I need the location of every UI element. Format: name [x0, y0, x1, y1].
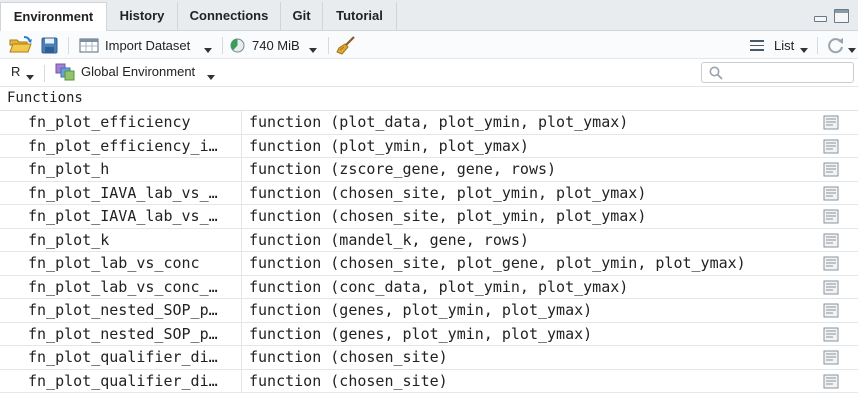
object-value: function (chosen_site, plot_gene, plot_y…	[249, 254, 746, 272]
functions-section-header: Functions	[0, 87, 858, 111]
object-name: fn_plot_nested_SOP_p…	[28, 301, 218, 319]
language-select[interactable]: R	[11, 64, 20, 80]
object-name: fn_plot_qualifier_di…	[28, 371, 218, 390]
list-view-icon[interactable]	[750, 40, 764, 51]
view-function-icon[interactable]	[823, 139, 839, 154]
view-function-icon[interactable]	[823, 303, 839, 318]
object-name: fn_plot_lab_vs_conc_…	[28, 277, 218, 296]
view-function-icon[interactable]	[823, 327, 839, 342]
table-row[interactable]: fn_plot_h function (zscore_gene, gene, ro…	[0, 158, 858, 182]
view-function-icon[interactable]	[823, 350, 839, 365]
view-mode-select[interactable]: List	[774, 38, 794, 54]
view-function-icon[interactable]	[823, 186, 839, 201]
memory-usage-icon[interactable]	[230, 38, 245, 53]
object-name: fn_plot_efficiency_i…	[28, 136, 218, 155]
column-divider	[241, 228, 242, 251]
table-row[interactable]: fn_plot_nested_SOP_p… function (genes, pl…	[0, 299, 858, 323]
column-divider	[241, 134, 242, 157]
table-row[interactable]: fn_plot_efficiency_i… function (plot_ymin…	[0, 134, 858, 158]
column-divider	[241, 181, 242, 204]
view-mode-dropdown-icon[interactable]	[800, 42, 808, 57]
object-value: function (chosen_site, plot_ymin, plot_y…	[249, 207, 647, 225]
table-row[interactable]: fn_plot_efficiency function (plot_data, p…	[0, 111, 858, 135]
environment-toolbar: Import Dataset 740 MiB List	[0, 31, 858, 59]
import-dataset-icon[interactable]	[79, 38, 99, 53]
toolbar-separator	[68, 37, 69, 54]
object-name: fn_plot_IAVA_lab_vs_…	[28, 183, 218, 202]
memory-usage-label[interactable]: 740 MiB	[252, 38, 300, 54]
pane-tab-bar: Environment History Connections Git Tuto…	[0, 0, 858, 32]
view-function-icon[interactable]	[823, 233, 839, 248]
table-row[interactable]: fn_plot_qualifier_di… function (chosen_si…	[0, 346, 858, 370]
load-workspace-icon[interactable]	[9, 36, 33, 54]
environment-dropdown-icon[interactable]	[207, 69, 215, 84]
language-dropdown-icon[interactable]	[26, 69, 34, 84]
tab-connections[interactable]: Connections	[178, 2, 281, 31]
object-name: fn_plot_k	[28, 230, 110, 249]
object-value: function (chosen_site, plot_ymin, plot_y…	[249, 183, 647, 202]
functions-list: fn_plot_efficiency function (plot_data, p…	[0, 111, 858, 393]
object-value: function (mandel_k, gene, rows)	[249, 230, 529, 249]
column-divider	[241, 322, 242, 345]
table-row[interactable]: fn_plot_lab_vs_conc_… function (conc_data…	[0, 275, 858, 299]
search-icon	[709, 66, 723, 80]
object-value: function (chosen_site)	[249, 371, 448, 390]
table-row[interactable]: fn_plot_nested_SOP_p… function (genes, pl…	[0, 322, 858, 346]
tab-git[interactable]: Git	[281, 2, 323, 31]
import-dataset-button[interactable]: Import Dataset	[105, 38, 190, 54]
object-value: function (genes, plot_ymin, plot_ymax)	[249, 324, 593, 343]
object-value: function (genes, plot_ymin, plot_ymax)	[249, 301, 593, 319]
view-function-icon[interactable]	[823, 209, 839, 224]
toolbar-separator	[44, 65, 45, 82]
view-function-icon[interactable]	[823, 115, 839, 130]
column-divider	[241, 299, 242, 322]
object-name: fn_plot_h	[28, 160, 110, 178]
table-row[interactable]: fn_plot_lab_vs_conc function (chosen_site…	[0, 252, 858, 276]
object-value: function (plot_data, plot_ymin, plot_yma…	[249, 113, 629, 131]
toolbar-separator	[328, 37, 329, 54]
object-name: fn_plot_efficiency	[28, 113, 191, 131]
environment-select[interactable]: Global Environment	[81, 64, 195, 80]
column-divider	[241, 158, 242, 181]
column-divider	[241, 205, 242, 228]
refresh-dropdown-icon[interactable]	[848, 42, 856, 57]
table-row[interactable]: fn_plot_k function (mandel_k, gene, rows)	[0, 228, 858, 252]
clear-workspace-broom-icon[interactable]	[336, 35, 356, 56]
object-name: fn_plot_qualifier_di…	[28, 348, 218, 366]
object-value: function (plot_ymin, plot_ymax)	[249, 136, 529, 155]
column-divider	[241, 252, 242, 275]
save-workspace-icon[interactable]	[41, 37, 58, 54]
object-name: fn_plot_IAVA_lab_vs_…	[28, 207, 218, 225]
table-row[interactable]: fn_plot_qualifier_di… function (chosen_si…	[0, 369, 858, 393]
tab-environment[interactable]: Environment	[0, 2, 107, 32]
object-name: fn_plot_lab_vs_conc	[28, 254, 200, 272]
refresh-icon[interactable]	[826, 36, 845, 55]
object-value: function (chosen_site)	[249, 348, 448, 366]
object-value: function (conc_data, plot_ymin, plot_yma…	[249, 277, 629, 296]
tab-history[interactable]: History	[107, 2, 178, 31]
view-function-icon[interactable]	[823, 162, 839, 177]
view-function-icon[interactable]	[823, 280, 839, 295]
column-divider	[241, 346, 242, 369]
object-name: fn_plot_nested_SOP_p…	[28, 324, 218, 343]
column-divider	[241, 275, 242, 298]
maximize-pane-icon[interactable]	[834, 9, 849, 23]
environment-cubes-icon	[55, 63, 75, 81]
toolbar-separator	[222, 37, 223, 54]
table-row[interactable]: fn_plot_IAVA_lab_vs_… function (chosen_si…	[0, 205, 858, 229]
object-value: function (zscore_gene, gene, rows)	[249, 160, 557, 178]
memory-dropdown-icon[interactable]	[309, 42, 317, 57]
view-function-icon[interactable]	[823, 374, 839, 389]
table-row[interactable]: fn_plot_IAVA_lab_vs_… function (chosen_si…	[0, 181, 858, 205]
environment-search-input[interactable]	[701, 62, 854, 83]
minimize-pane-icon[interactable]	[813, 9, 828, 23]
view-function-icon[interactable]	[823, 256, 839, 271]
import-dataset-dropdown-icon[interactable]	[204, 42, 212, 57]
column-divider	[241, 369, 242, 392]
toolbar-separator	[817, 37, 818, 54]
tab-tutorial[interactable]: Tutorial	[323, 2, 397, 31]
column-divider	[241, 111, 242, 134]
